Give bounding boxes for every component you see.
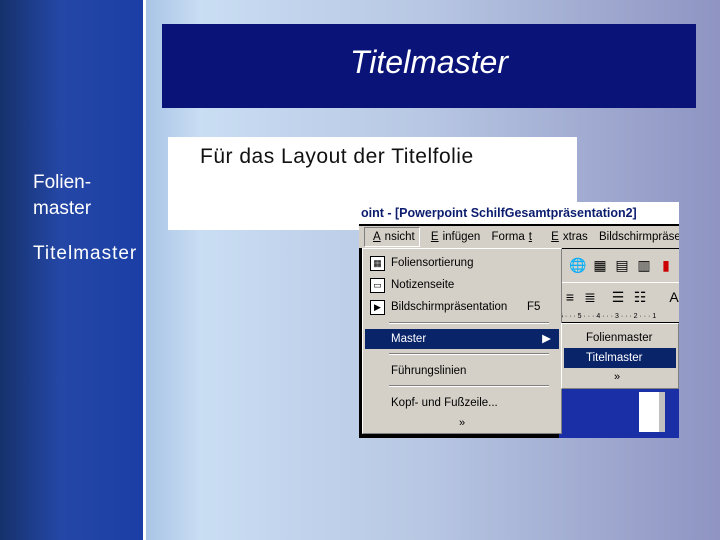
ruler: 6 · · · 5 · · · 4 · · · 3 · · · 2 · · · … [559,312,679,322]
align-right-icon[interactable]: ≡ [561,289,579,305]
format-toolbar: ≡ ≣ ☰ ☷ A [559,282,679,313]
numbered-list-icon[interactable]: ☰ [609,289,627,305]
table-icon[interactable]: ▤ [613,257,631,273]
menu-ansicht[interactable]: Ansicht [364,227,420,247]
sidebar-divider [143,0,146,540]
slide-title: Titelmaster [350,43,508,80]
menu-item-fuehrungslinien[interactable]: Führungslinien [365,361,559,381]
menu-item-bildschirmpraesentation[interactable]: ▶ Bildschirmpräsentation F5 [365,297,559,317]
menu-separator [389,385,549,387]
embedded-screenshot: oint - [Powerpoint SchilfGesamtpräsentat… [359,202,679,438]
submenu-arrow-icon: ▶ [542,333,551,345]
insert-chart-icon[interactable]: ▦ [591,257,609,273]
menu-bildschirmpraesentation[interactable]: Bildschirmpräsentation [595,226,679,248]
sidebar-item-folienmaster: Folien- master [33,172,92,219]
justify-icon[interactable]: ≣ [581,289,599,305]
slide-subtitle: Für das Layout der Titelfolie [200,145,474,168]
submenu-item-titelmaster[interactable]: Titelmaster [564,348,676,368]
slide-preview-letter [639,392,665,432]
master-submenu: Folienmaster Titelmaster » [561,323,679,389]
menubar: Ansicht Einfügen Forma t Extras Bildschir… [359,226,679,248]
standard-toolbar: 🌐 ▦ ▤ ▥ ▮ [559,249,679,285]
menu-extras[interactable]: Extras [543,226,592,248]
notes-page-icon: ▭ [370,278,385,293]
font-size-icon[interactable]: A [665,289,679,305]
bar-chart-icon[interactable]: ▮ [657,257,675,273]
menu-format[interactable]: Forma t [488,226,540,248]
submenu-item-folienmaster[interactable]: Folienmaster [564,328,676,348]
view-menu: ▦ Foliensortierung ▭ Notizenseite ▶ Bild… [362,248,562,434]
menu-item-notizenseite[interactable]: ▭ Notizenseite [365,275,559,295]
columns-icon[interactable]: ▥ [635,257,653,273]
slide-title-box: Titelmaster [162,24,696,108]
menu-item-master[interactable]: Master ▶ [365,329,559,349]
globe-icon[interactable]: 🌐 [569,257,587,273]
expand-submenu-chevron-icon[interactable]: » [614,370,679,384]
expand-menu-chevron-icon[interactable]: » [459,417,465,429]
menu-item-kopf-und-fusszeile[interactable]: Kopf- und Fußzeile... [365,393,559,413]
menu-item-foliensortierung[interactable]: ▦ Foliensortierung [365,253,559,273]
bullet-list-icon[interactable]: ☷ [631,289,649,305]
slideshow-icon: ▶ [370,300,385,315]
window-title: oint - [Powerpoint SchilfGesamtpräsentat… [359,202,679,224]
sidebar-item-titelmaster: Titelmaster [33,243,138,264]
menu-einfuegen[interactable]: Einfügen [423,226,484,248]
menu-separator [389,353,549,355]
slide-sidebar [0,0,143,540]
menu-separator [389,322,549,324]
slide-sorter-icon: ▦ [370,256,385,271]
